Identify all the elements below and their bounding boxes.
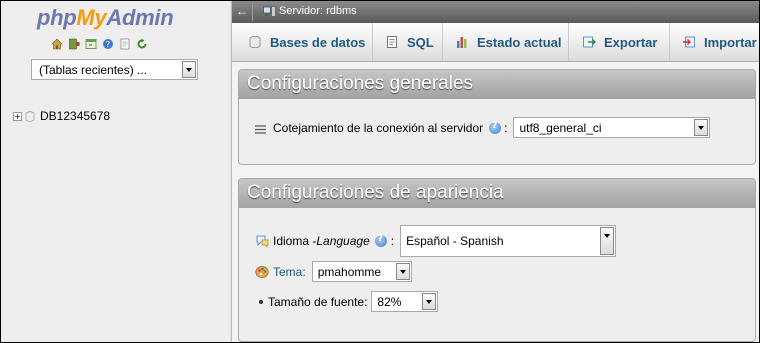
general-settings-title: Configuraciones generales xyxy=(239,70,755,99)
help-icon[interactable] xyxy=(374,234,387,247)
language-icon xyxy=(255,234,269,248)
theme-row: Tema: pmahomme xyxy=(255,261,412,282)
top-menu-tabs: Bases de datos SQL Estado actual Exporta… xyxy=(232,23,759,62)
language-row: Idioma - Language : Español - Spanish xyxy=(255,225,617,257)
collation-colon: : xyxy=(504,120,508,135)
server-icon xyxy=(263,5,276,17)
language-value: Español - Spanish xyxy=(406,234,504,248)
font-size-value: 82% xyxy=(377,295,402,309)
tab-import[interactable]: Importar xyxy=(682,23,757,61)
breadcrumb[interactable]: Servidor: rdbms xyxy=(263,5,357,17)
expand-icon[interactable] xyxy=(13,111,22,121)
navigation-panel: phpMyAdmin ? (Tablas recientes) ... DB12… xyxy=(1,1,230,342)
exit-icon[interactable] xyxy=(68,38,80,50)
appearance-settings-group: Configuraciones de apariencia Idioma - L… xyxy=(238,178,756,342)
collation-list-icon xyxy=(255,123,266,134)
chevron-down-icon[interactable] xyxy=(600,227,615,255)
database-tree-item[interactable]: DB12345678 xyxy=(13,109,110,123)
tab-status[interactable]: Estado actual xyxy=(455,23,562,61)
query-window-icon[interactable] xyxy=(85,38,97,50)
chevron-down-icon[interactable] xyxy=(422,293,437,310)
collation-select[interactable]: utf8_general_ci xyxy=(513,117,711,138)
logo-php: php xyxy=(37,5,77,30)
collation-value: utf8_general_ci xyxy=(519,121,602,135)
tab-separator xyxy=(442,23,443,61)
recent-tables-select[interactable]: (Tablas recientes) ... xyxy=(31,59,198,80)
tab-separator xyxy=(372,23,373,61)
phpmyadmin-window: phpMyAdmin ? (Tablas recientes) ... DB12… xyxy=(0,0,760,343)
language-select[interactable]: Español - Spanish xyxy=(400,225,617,257)
collation-row: Cotejamiento de la conexión al servidor … xyxy=(255,117,711,138)
language-label: Idioma - xyxy=(273,234,317,248)
topbar-separator xyxy=(252,3,253,21)
language-label-italic: Language xyxy=(316,234,370,248)
tab-sql[interactable]: SQL xyxy=(385,23,434,61)
logo-admin: Admin xyxy=(106,5,174,30)
language-colon: : xyxy=(390,234,395,248)
theme-palette-icon xyxy=(255,265,269,279)
export-icon xyxy=(582,35,596,49)
database-icon xyxy=(25,110,35,122)
font-size-row: Tamaño de fuente: 82% xyxy=(259,291,439,312)
database-name[interactable]: DB12345678 xyxy=(40,109,110,123)
phpmyadmin-logo[interactable]: phpMyAdmin xyxy=(37,5,174,31)
tab-databases-label: Bases de datos xyxy=(270,34,366,50)
theme-value: pmahomme xyxy=(317,265,382,279)
theme-select[interactable]: pmahomme xyxy=(311,261,412,282)
settings-content: Configuraciones generales Cotejamiento d… xyxy=(232,62,759,342)
nav-icon-bar: ? xyxy=(51,38,148,50)
home-icon[interactable] xyxy=(51,38,63,50)
tab-export-label: Exportar xyxy=(604,34,658,50)
tab-databases[interactable]: Bases de datos xyxy=(248,23,365,61)
server-label: Servidor: rdbms xyxy=(279,5,357,17)
chevron-down-icon[interactable] xyxy=(395,263,410,280)
breadcrumb-bar: ← Servidor: rdbms xyxy=(232,1,759,23)
general-settings-group: Configuraciones generales Cotejamiento d… xyxy=(238,69,756,165)
tab-export[interactable]: Exportar xyxy=(582,23,657,61)
collapse-arrow-icon[interactable]: ← xyxy=(236,4,248,18)
status-icon xyxy=(455,35,469,49)
tab-separator xyxy=(669,23,670,61)
appearance-settings-title: Configuraciones de apariencia xyxy=(239,179,755,208)
tab-import-label: Importar xyxy=(704,34,757,50)
bullet xyxy=(259,299,263,304)
phpmyadmin-docs-icon[interactable] xyxy=(119,38,131,50)
svg-text:?: ? xyxy=(106,40,110,49)
tab-sql-label: SQL xyxy=(407,34,434,50)
sql-icon xyxy=(385,35,399,49)
import-icon xyxy=(682,35,696,49)
tab-separator xyxy=(568,23,569,61)
font-size-select[interactable]: 82% xyxy=(371,291,439,312)
chevron-down-icon[interactable] xyxy=(694,119,709,136)
help-icon[interactable] xyxy=(489,121,502,134)
logo-my: My xyxy=(76,5,107,30)
recent-tables-value: (Tablas recientes) ... xyxy=(39,63,148,77)
docs-icon[interactable]: ? xyxy=(102,38,114,50)
collation-label: Cotejamiento de la conexión al servidor xyxy=(273,120,484,135)
theme-link[interactable]: Tema: xyxy=(273,265,306,279)
tab-status-label: Estado actual xyxy=(477,34,562,50)
main-panel: ← Servidor: rdbms Bases de datos SQL Est… xyxy=(232,1,759,342)
chevron-down-icon[interactable] xyxy=(182,61,196,78)
reload-icon[interactable] xyxy=(136,38,148,50)
font-size-label: Tamaño de fuente: xyxy=(268,294,368,309)
databases-icon xyxy=(248,35,262,49)
